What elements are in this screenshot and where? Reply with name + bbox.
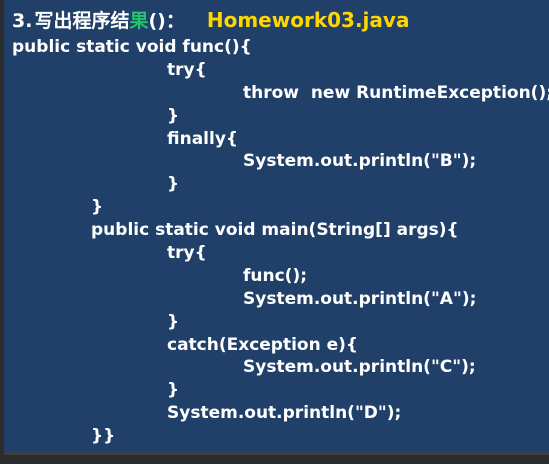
code-line: try{: [167, 243, 207, 264]
code-line: public static void func(){: [12, 37, 252, 57]
code-line: finally{: [167, 128, 239, 149]
code-line: throw new RuntimeException();: [243, 82, 549, 103]
question-text-part: 写出程序结: [34, 10, 130, 32]
code-line: System.out.println("C");: [243, 357, 476, 378]
highlighted-char: 果: [129, 10, 149, 32]
question-number: 3.: [12, 10, 33, 32]
code-line: }: [167, 105, 180, 126]
code-line: System.out.println("A");: [243, 288, 477, 309]
code-line: }: [167, 174, 180, 195]
code-line: try{: [167, 59, 207, 80]
java-filename: Homework03.java: [206, 8, 410, 32]
question-text-suffix: ()：: [148, 10, 185, 32]
slide-title: 3. 写出程序结果()： Homework03.java: [12, 6, 409, 34]
screen-frame: 3. 写出程序结果()： Homework03.java public stat…: [0, 0, 549, 464]
code-line: }}: [91, 426, 116, 447]
code-line: func();: [243, 265, 308, 286]
code-listing: public static void func(){ try{ throw ne…: [12, 36, 549, 448]
question-text: 写出程序结果()：: [34, 6, 184, 33]
code-line: }: [91, 197, 104, 218]
code-line: catch(Exception e){: [167, 334, 359, 355]
code-line: }: [167, 380, 180, 401]
code-line: System.out.println("B");: [243, 151, 477, 172]
code-slide: 3. 写出程序结果()： Homework03.java public stat…: [4, 0, 549, 455]
code-line: public static void main(String[] args){: [91, 220, 459, 241]
code-line: }: [167, 311, 180, 332]
code-line: System.out.println("D");: [167, 403, 402, 424]
